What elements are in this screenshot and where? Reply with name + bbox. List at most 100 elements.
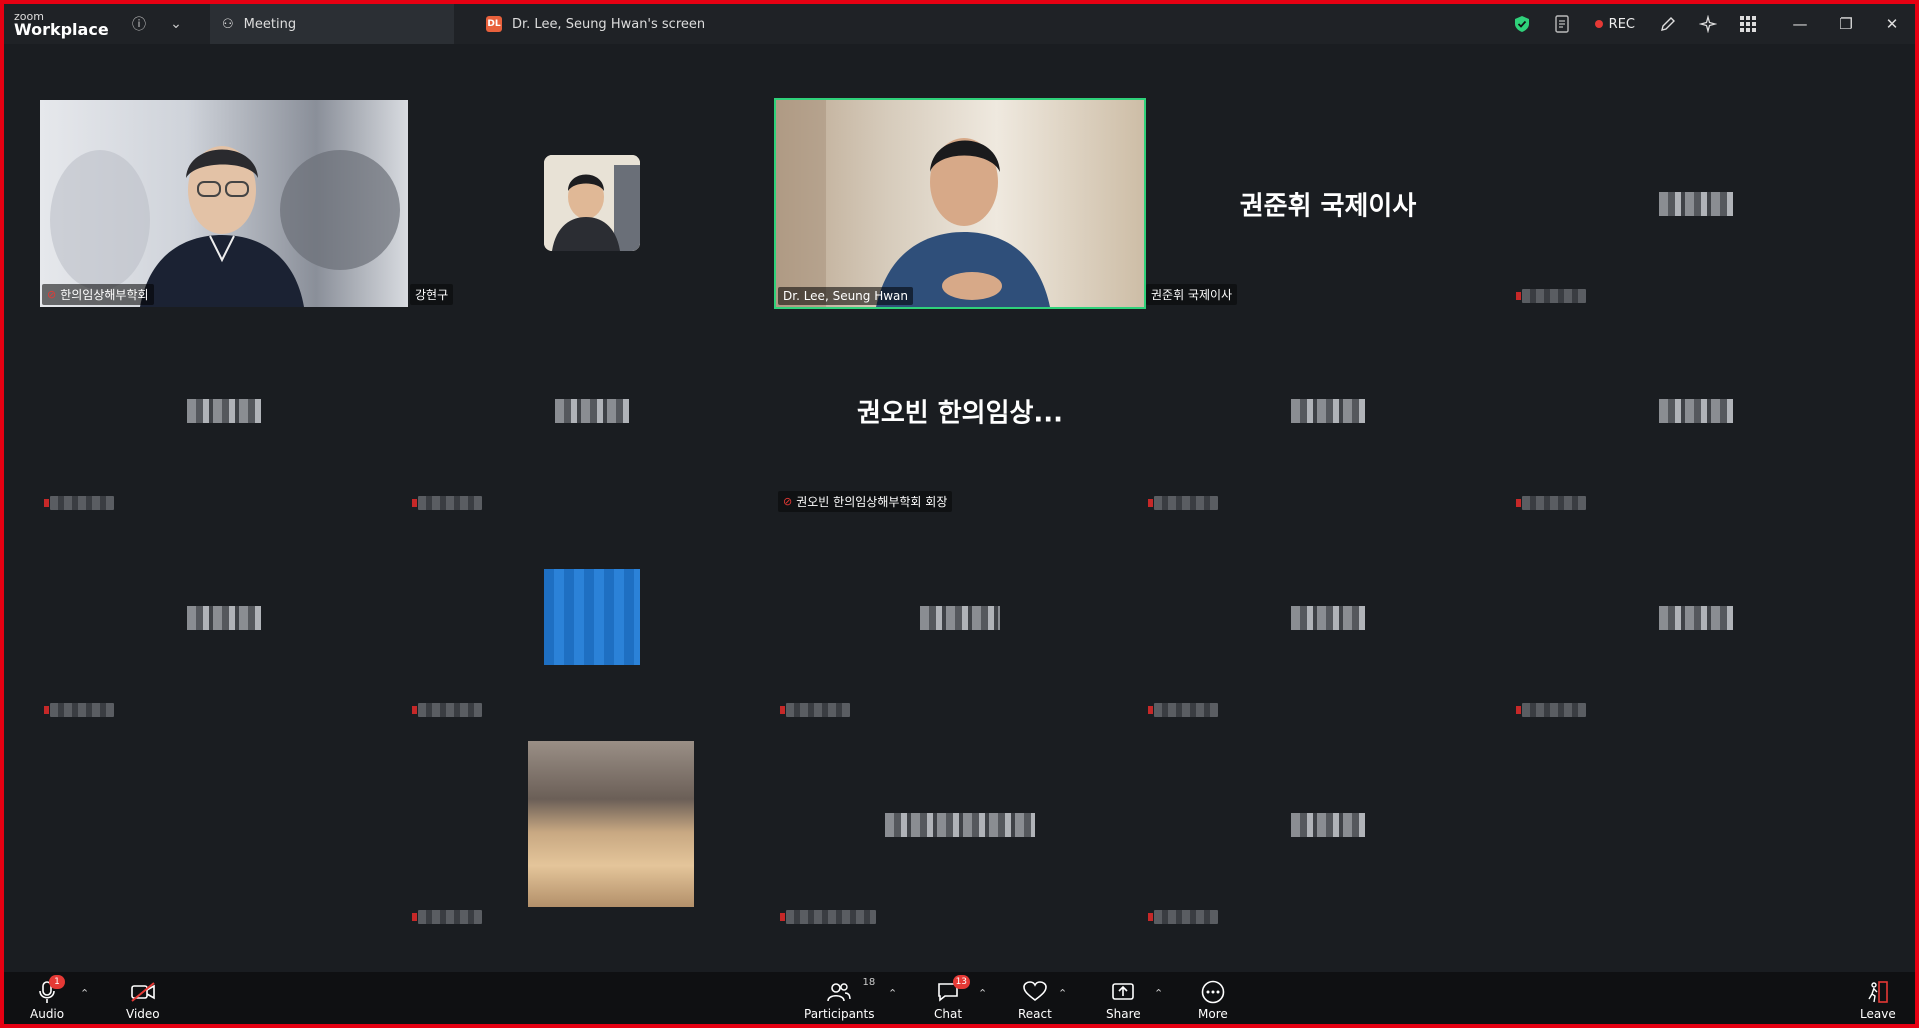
restore-button[interactable]: ❐ <box>1823 4 1869 44</box>
participant-name-tag: 권준휘 국제이사 <box>1146 284 1238 305</box>
participant-tile-redacted[interactable] <box>408 307 776 514</box>
participant-tile-redacted[interactable] <box>408 514 776 721</box>
participant-tile-redacted[interactable] <box>1512 307 1880 514</box>
audio-options-caret-icon[interactable]: ⌃ <box>80 987 89 1000</box>
participant-name: 권준휘 국제이사 <box>1151 288 1233 302</box>
share-button[interactable]: Share <box>1106 972 1141 1024</box>
logo-bottom-text: Workplace <box>14 19 109 39</box>
chevron-down-icon[interactable]: ⌄ <box>161 9 191 39</box>
ai-sparkle-icon[interactable] <box>1693 9 1723 39</box>
redacted-name-tag <box>412 496 482 510</box>
react-options-caret-icon[interactable]: ⌃ <box>1058 987 1067 1000</box>
tab-meeting-label: Meeting <box>243 16 297 32</box>
people-icon: ⚇ <box>222 16 234 32</box>
participants-count: 18 <box>862 977 876 988</box>
chat-label: Chat <box>934 1007 963 1021</box>
redacted-name-tag <box>1516 289 1586 303</box>
participant-avatar <box>544 155 640 251</box>
participant-tile-redacted[interactable] <box>408 721 776 928</box>
redacted-name <box>1659 398 1733 423</box>
participant-tile-redacted[interactable] <box>40 514 408 721</box>
heart-icon <box>1021 979 1049 1005</box>
participant-tile-redacted[interactable] <box>776 514 1144 721</box>
participant-tile[interactable]: ⊘ 한의임상해부학회 <box>40 100 408 307</box>
redacted-name <box>1659 605 1733 630</box>
recording-indicator[interactable]: REC <box>1594 16 1635 32</box>
participant-name-tag: 강현구 <box>410 284 454 305</box>
video-button[interactable]: Video <box>126 972 160 1024</box>
redacted-name-tag <box>1148 703 1218 717</box>
more-label: More <box>1198 1007 1228 1021</box>
participant-tile[interactable]: 권오빈 한의임상... ⊘ 권오빈 한의임상해부학회 회장 <box>776 307 1144 514</box>
participant-video <box>776 100 1144 307</box>
mic-muted-icon: ⊘ <box>783 495 793 508</box>
title-bar-right: REC — ❐ ✕ <box>1507 4 1915 44</box>
redacted-name <box>920 605 1000 630</box>
participant-tile-redacted[interactable] <box>776 721 1144 928</box>
audio-badge: 1 <box>49 975 66 989</box>
title-bar: zoom Workplace ⓘ ⌄ ⚇ Meeting DL Dr. Lee,… <box>4 4 1915 44</box>
sharer-avatar-badge: DL <box>486 16 502 32</box>
more-button[interactable]: More <box>1198 972 1228 1024</box>
apps-grid-icon[interactable] <box>1733 9 1763 39</box>
participant-name-tag: ⊘ 한의임상해부학회 <box>42 284 154 305</box>
redacted-name <box>1291 605 1365 630</box>
participant-tile[interactable]: 강현구 <box>408 100 776 307</box>
redacted-name-tag <box>1148 910 1218 924</box>
recording-label: REC <box>1608 16 1635 32</box>
react-label: React <box>1018 1007 1052 1021</box>
zoom-logo: zoom Workplace <box>4 11 109 39</box>
participant-name: 권오빈 한의임상해부학회 회장 <box>796 495 948 509</box>
redacted-name-tag <box>1516 496 1586 510</box>
participant-tile-redacted[interactable] <box>1512 514 1880 721</box>
document-icon[interactable] <box>1547 9 1577 39</box>
share-options-caret-icon[interactable]: ⌃ <box>1154 987 1163 1000</box>
tab-shared-screen[interactable]: DL Dr. Lee, Seung Hwan's screen <box>478 4 738 44</box>
participant-tile-redacted[interactable] <box>1512 100 1880 307</box>
redacted-name <box>1291 812 1365 837</box>
participants-label: Participants <box>804 1007 875 1021</box>
audio-button[interactable]: 1 Audio <box>30 972 66 1024</box>
participant-tile[interactable]: 권준휘 국제이사 권준휘 국제이사 <box>1144 100 1512 307</box>
participant-name: 한의임상해부학회 <box>60 288 149 302</box>
redacted-name-tag <box>44 703 114 717</box>
annotate-pen-icon[interactable] <box>1653 9 1683 39</box>
shield-icon[interactable] <box>1507 9 1537 39</box>
record-dot-icon <box>1594 20 1603 28</box>
video-label: Video <box>126 1007 160 1021</box>
mic-muted-icon: ⊘ <box>47 288 57 301</box>
participant-name: 강현구 <box>415 288 449 302</box>
minimize-button[interactable]: — <box>1777 4 1823 44</box>
close-button[interactable]: ✕ <box>1869 4 1915 44</box>
more-dots-icon <box>1199 979 1227 1005</box>
video-off-icon <box>129 979 157 1005</box>
redacted-avatar <box>528 741 694 907</box>
redacted-name <box>555 398 629 423</box>
redacted-name <box>187 398 261 423</box>
chat-options-caret-icon[interactable]: ⌃ <box>978 987 987 1000</box>
leave-button[interactable]: Leave <box>1860 972 1896 1024</box>
react-button[interactable]: React <box>1018 972 1052 1024</box>
participants-options-caret-icon[interactable]: ⌃ <box>888 987 897 1000</box>
redacted-name-tag <box>412 703 482 717</box>
participant-tile-active-speaker[interactable]: Dr. Lee, Seung Hwan <box>774 98 1146 309</box>
chat-button[interactable]: 13 Chat <box>934 972 971 1024</box>
redacted-name-tag <box>780 910 876 924</box>
tab-meeting[interactable]: ⚇ Meeting <box>210 4 454 44</box>
leave-door-icon <box>1864 979 1892 1005</box>
participant-tile-redacted[interactable] <box>40 307 408 514</box>
participants-button[interactable]: 18 Participants <box>804 972 875 1024</box>
participant-name: Dr. Lee, Seung Hwan <box>783 289 909 303</box>
leave-label: Leave <box>1860 1007 1896 1021</box>
chat-icon: 13 <box>934 975 971 1005</box>
redacted-name <box>1291 398 1365 423</box>
microphone-icon: 1 <box>33 975 66 1005</box>
redacted-name <box>885 812 1035 837</box>
info-icon[interactable]: ⓘ <box>124 9 154 39</box>
audio-label: Audio <box>30 1007 65 1021</box>
participant-tile-redacted[interactable] <box>1144 721 1512 928</box>
redacted-name-tag <box>412 910 482 924</box>
participant-name-tag: Dr. Lee, Seung Hwan <box>778 287 914 305</box>
participant-tile-redacted[interactable] <box>1144 307 1512 514</box>
participant-tile-redacted[interactable] <box>1144 514 1512 721</box>
